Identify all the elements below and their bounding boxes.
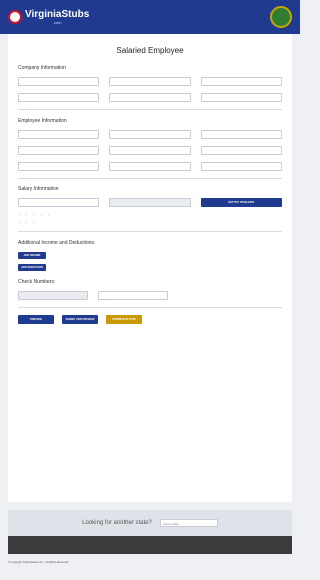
dependents-select[interactable] <box>109 161 191 171</box>
divider <box>18 306 282 307</box>
form-card: Salaried Employee Company Information Em… <box>8 34 292 502</box>
additional-section-title: Additional Income and Deductions: <box>18 239 96 246</box>
check-number-input[interactable] <box>98 290 168 300</box>
company-address-input[interactable] <box>109 77 191 86</box>
check-date-input[interactable] <box>18 290 88 300</box>
hire-date-input[interactable] <box>109 198 191 207</box>
withholding-select[interactable] <box>200 161 282 171</box>
copyright-bar: © Copyright VirginiaStubs.com · All Righ… <box>8 554 292 570</box>
company-phone-input[interactable] <box>109 93 191 102</box>
salary-section-title: Salary Information <box>18 186 59 192</box>
brand-sub: .com <box>52 19 62 25</box>
company-ein-input[interactable] <box>200 93 282 102</box>
company-name-input[interactable] <box>18 77 100 86</box>
add-income-button[interactable]: ADD INCOME <box>18 251 46 259</box>
submit-preview-button[interactable]: SUBMIT AND PREVIEW <box>62 315 98 324</box>
employee-id-input[interactable] <box>18 145 100 155</box>
trust-badge-icon <box>270 6 292 28</box>
employee-city-input[interactable] <box>109 145 191 155</box>
pay-options-radios[interactable] <box>18 222 282 225</box>
marital-status-select[interactable] <box>18 161 100 171</box>
state-select[interactable]: Select State <box>159 519 218 527</box>
lookup-title: Looking for another state? <box>82 520 152 526</box>
copyright-text: © Copyright VirginiaStubs.com · All Righ… <box>8 560 69 564</box>
company-city-input[interactable] <box>200 77 282 86</box>
divider <box>18 109 282 110</box>
company-zip-input[interactable] <box>18 93 100 102</box>
divider <box>18 177 282 178</box>
check-section-title: Check Numbers: <box>18 278 56 285</box>
employee-ssn-input[interactable] <box>109 129 191 139</box>
get-pay-stub-data-button[interactable]: GET PAY STUB DATA <box>200 198 282 207</box>
footer-nav <box>8 536 292 554</box>
brand-name: VirginiaStubs <box>25 8 90 20</box>
pay-frequency-radios[interactable] <box>18 214 282 217</box>
logo[interactable]: VirginiaStubs .com <box>8 8 90 25</box>
employee-zip-input[interactable] <box>200 145 282 155</box>
employee-section-title: Employee Information <box>18 117 67 124</box>
site-header: VirginiaStubs .com <box>0 0 300 34</box>
page-title: Salaried Employee <box>116 46 184 55</box>
state-seal-icon <box>8 10 22 24</box>
add-deduction-button[interactable]: ADD DEDUCTION <box>18 263 46 271</box>
employee-name-input[interactable] <box>18 129 100 139</box>
company-section-title: Company Information <box>18 65 66 71</box>
annual-salary-input[interactable] <box>18 198 100 207</box>
download-stub-button[interactable]: DOWNLOAD STUB <box>106 315 142 324</box>
divider <box>18 231 282 232</box>
employee-address-input[interactable] <box>200 129 282 139</box>
state-lookup-bar: Looking for another state? Select State <box>8 510 292 536</box>
preview-button[interactable]: PREVIEW <box>18 315 54 324</box>
